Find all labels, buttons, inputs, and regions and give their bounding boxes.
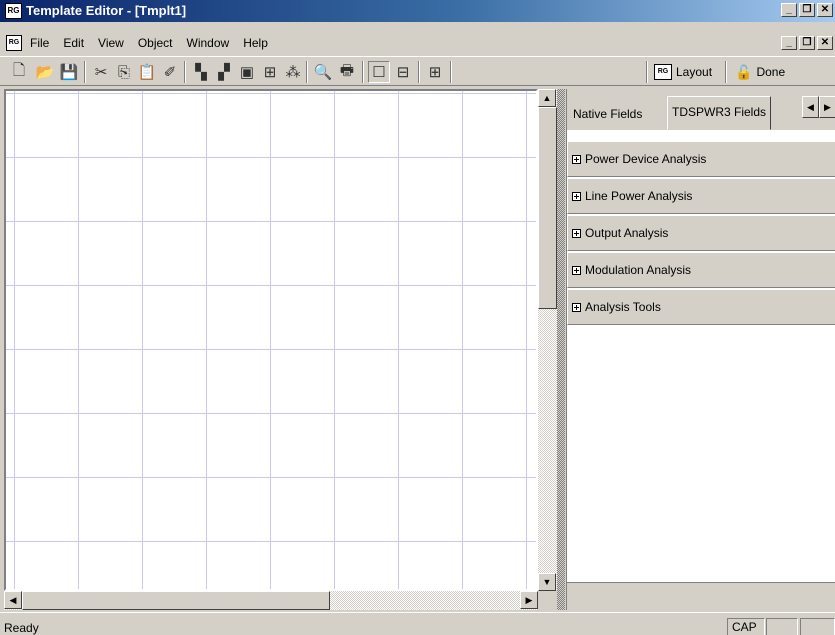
group-label: Modulation Analysis	[585, 263, 692, 277]
caps-indicator: CAP	[727, 618, 765, 635]
horizontal-scroll-thumb[interactable]	[22, 591, 330, 610]
window-title: Template Editor - [Tmplt1]	[26, 3, 187, 18]
tab-native-fields[interactable]: Native Fields	[569, 102, 646, 128]
fields-panel: Native Fields TDSPWR3 Fields ◀ ▶ Power D…	[566, 89, 835, 610]
menu-view[interactable]: View	[98, 36, 124, 50]
group-label: Output Analysis	[585, 226, 669, 240]
layout-grid-icon[interactable]: ⊞	[424, 61, 446, 83]
document-icon[interactable]: RG	[6, 35, 22, 51]
menu-edit[interactable]: Edit	[63, 36, 84, 50]
done-icon: 🔓	[735, 63, 753, 80]
group-icon[interactable]: ▣	[236, 61, 258, 83]
minimize-button[interactable]: _	[781, 3, 797, 17]
distribute-icon[interactable]: ⁂	[282, 61, 304, 83]
paste-icon[interactable]: 📋	[136, 61, 158, 83]
scroll-right-icon[interactable]: ▶	[520, 591, 538, 609]
restore-button[interactable]: ❐	[799, 3, 815, 17]
tab-tdspwr3-fields[interactable]: TDSPWR3 Fields	[667, 96, 772, 130]
horizontal-scrollbar[interactable]: ◀ ▶	[4, 591, 538, 610]
bring-forward-icon[interactable]: ▚	[190, 61, 212, 83]
done-label: Done	[756, 65, 786, 79]
group-output-analysis[interactable]: Output Analysis	[567, 215, 835, 251]
panel-footer	[567, 582, 835, 610]
menu-window[interactable]: Window	[187, 36, 230, 50]
close-button[interactable]: ✕	[817, 3, 833, 17]
scroll-corner	[538, 591, 557, 610]
status-text: Ready	[4, 621, 39, 635]
expand-icon[interactable]	[572, 228, 581, 238]
title-bar: RG Template Editor - [Tmplt1] _ ❐ ✕	[0, 0, 835, 22]
scroll-left-icon[interactable]: ◀	[4, 591, 22, 609]
group-analysis-tools[interactable]: Analysis Tools	[567, 289, 835, 325]
rg-layout-icon: RG	[654, 64, 672, 80]
group-line-power-analysis[interactable]: Line Power Analysis	[567, 178, 835, 214]
status-bar: Ready CAP	[0, 612, 835, 635]
group-modulation-analysis[interactable]: Modulation Analysis	[567, 252, 835, 288]
vertical-scroll-thumb[interactable]	[538, 107, 557, 309]
group-label: Analysis Tools	[585, 300, 661, 314]
doc-restore-button[interactable]: ❐	[799, 36, 815, 50]
send-backward-icon[interactable]: ▞	[213, 61, 235, 83]
done-button[interactable]: 🔓 Done	[735, 61, 785, 83]
copy-icon[interactable]: ⎘	[113, 61, 135, 83]
new-icon[interactable]: 🗋	[8, 61, 30, 83]
template-canvas[interactable]	[4, 89, 538, 591]
print-icon[interactable]: 🖶	[336, 61, 358, 83]
group-label: Line Power Analysis	[585, 189, 693, 203]
num-indicator	[766, 618, 798, 635]
doc-minimize-button[interactable]: _	[781, 36, 797, 50]
menu-file[interactable]: File	[30, 36, 49, 50]
expand-icon[interactable]	[572, 265, 581, 275]
group-label: Power Device Analysis	[585, 152, 707, 166]
layout-button[interactable]: RG Layout	[654, 61, 712, 83]
field-tabs: Native Fields TDSPWR3 Fields ◀ ▶	[567, 89, 835, 131]
scroll-indicator	[800, 618, 835, 635]
open-icon[interactable]: 📂	[34, 61, 56, 83]
vertical-scrollbar[interactable]: ▲ ▼	[538, 89, 557, 591]
print-preview-icon[interactable]: 🔍	[312, 61, 334, 83]
panel-splitter[interactable]	[557, 89, 565, 610]
erase-icon[interactable]: ✐	[159, 61, 181, 83]
menu-object[interactable]: Object	[138, 36, 173, 50]
tab-scroll-right-icon[interactable]: ▶	[819, 96, 835, 118]
expand-icon[interactable]	[572, 191, 581, 201]
save-icon[interactable]: 💾	[58, 61, 80, 83]
doc-close-button[interactable]: ✕	[817, 36, 833, 50]
group-power-device-analysis[interactable]: Power Device Analysis	[567, 141, 835, 177]
scroll-down-icon[interactable]: ▼	[538, 573, 556, 591]
app-icon: RG	[5, 3, 22, 19]
align-icon[interactable]: ⊞	[259, 61, 281, 83]
layout-label: Layout	[676, 65, 713, 79]
cut-icon[interactable]: ✂	[90, 61, 112, 83]
menu-bar: RG File Edit View Object Window Help _ ❐…	[0, 33, 835, 54]
toolbar: 🗋 📂 💾 ✂ ⎘ 📋 ✐ ▚ ▞ ▣ ⊞ ⁂ 🔍 🖶 ☐ ⊟ ⊞ RG Lay…	[0, 56, 835, 86]
expand-icon[interactable]	[572, 154, 581, 164]
tab-scroll-left-icon[interactable]: ◀	[802, 96, 819, 118]
expand-icon[interactable]	[572, 302, 581, 312]
menu-help[interactable]: Help	[243, 36, 268, 50]
scroll-up-icon[interactable]: ▲	[538, 89, 556, 107]
layout-single-icon[interactable]: ☐	[368, 61, 390, 83]
layout-split-icon[interactable]: ⊟	[392, 61, 414, 83]
